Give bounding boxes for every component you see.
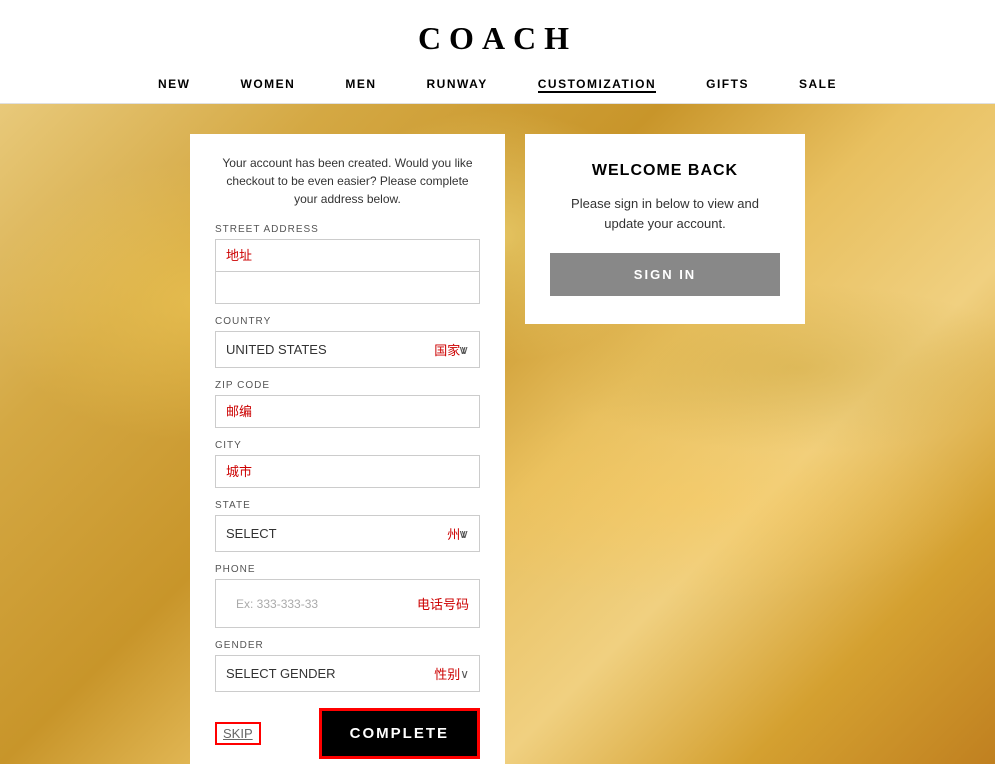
welcome-title: WELCOME BACK <box>550 162 780 180</box>
country-value: UNITED STATES <box>226 342 426 357</box>
city-label: CITY <box>215 440 480 451</box>
country-chevron-icon: ∨ <box>460 343 469 357</box>
phone-label: PHONE <box>215 564 480 575</box>
welcome-description: Please sign in below to view and update … <box>550 194 780 233</box>
address-form-panel: Your account has been created. Would you… <box>190 134 505 764</box>
country-select-wrapper[interactable]: UNITED STATES 国家 ∨ <box>215 331 480 368</box>
complete-button[interactable]: COMPLETE <box>319 708 480 759</box>
action-row: SKIP COMPLETE <box>215 708 480 759</box>
city-group: CITY <box>215 440 480 488</box>
nav-item-new[interactable]: NEW <box>158 77 191 93</box>
state-chevron-icon: ∨ <box>460 527 469 541</box>
gender-cn: 性别 <box>434 664 460 683</box>
nav-item-women[interactable]: WOMEN <box>241 77 296 93</box>
street-address-input[interactable] <box>215 239 480 272</box>
gender-chevron-icon: ∨ <box>460 667 469 681</box>
gender-select-wrapper[interactable]: SELECT GENDER 性别 ∨ <box>215 655 480 692</box>
state-label: STATE <box>215 500 480 511</box>
state-value: SELECT <box>226 526 439 541</box>
street-address-line2-input[interactable] <box>215 272 480 304</box>
welcome-panel: WELCOME BACK Please sign in below to vie… <box>525 134 805 324</box>
phone-input[interactable] <box>226 588 409 619</box>
city-input[interactable] <box>215 455 480 488</box>
gender-label: GENDER <box>215 640 480 651</box>
header: COACH NEW WOMEN MEN RUNWAY CUSTOMIZATION… <box>0 0 995 104</box>
zip-code-group: ZIP CODE <box>215 380 480 428</box>
country-cn: 国家 <box>434 340 460 359</box>
skip-link[interactable]: SKIP <box>215 722 261 745</box>
brand-logo: COACH <box>418 20 577 56</box>
country-group: COUNTRY UNITED STATES 国家 ∨ <box>215 316 480 368</box>
sign-in-button[interactable]: SIGN IN <box>550 253 780 296</box>
gender-group: GENDER SELECT GENDER 性别 ∨ <box>215 640 480 692</box>
phone-group: PHONE 电话号码 <box>215 564 480 628</box>
nav-item-sale[interactable]: SALE <box>799 77 837 93</box>
zip-label: ZIP CODE <box>215 380 480 391</box>
phone-input-wrapper: 电话号码 <box>215 579 480 628</box>
phone-cn: 电话号码 <box>417 594 469 613</box>
state-select-inner: SELECT 州 <box>226 524 460 543</box>
nav-item-men[interactable]: MEN <box>345 77 376 93</box>
country-label: COUNTRY <box>215 316 480 327</box>
state-select-wrapper[interactable]: SELECT 州 ∨ <box>215 515 480 552</box>
nav-item-customization[interactable]: CUSTOMIZATION <box>538 77 656 93</box>
gender-value: SELECT GENDER <box>226 666 426 681</box>
main-content: Your account has been created. Would you… <box>0 104 995 764</box>
nav-item-gifts[interactable]: GIFTS <box>706 77 749 93</box>
form-description: Your account has been created. Would you… <box>215 154 480 208</box>
main-nav: NEW WOMEN MEN RUNWAY CUSTOMIZATION GIFTS… <box>0 67 995 103</box>
street-address-label: STREET ADDRESS <box>215 224 480 235</box>
country-select-inner: UNITED STATES 国家 <box>226 340 460 359</box>
state-group: STATE SELECT 州 ∨ <box>215 500 480 552</box>
nav-item-runway[interactable]: RUNWAY <box>427 77 488 93</box>
annotations-area: ➤ 也可跳过此步骤 点击完成 <box>215 763 480 764</box>
logo-area: COACH <box>0 12 995 67</box>
street-address-group: STREET ADDRESS <box>215 224 480 304</box>
state-cn: 州 <box>447 524 460 543</box>
zip-input[interactable] <box>215 395 480 428</box>
